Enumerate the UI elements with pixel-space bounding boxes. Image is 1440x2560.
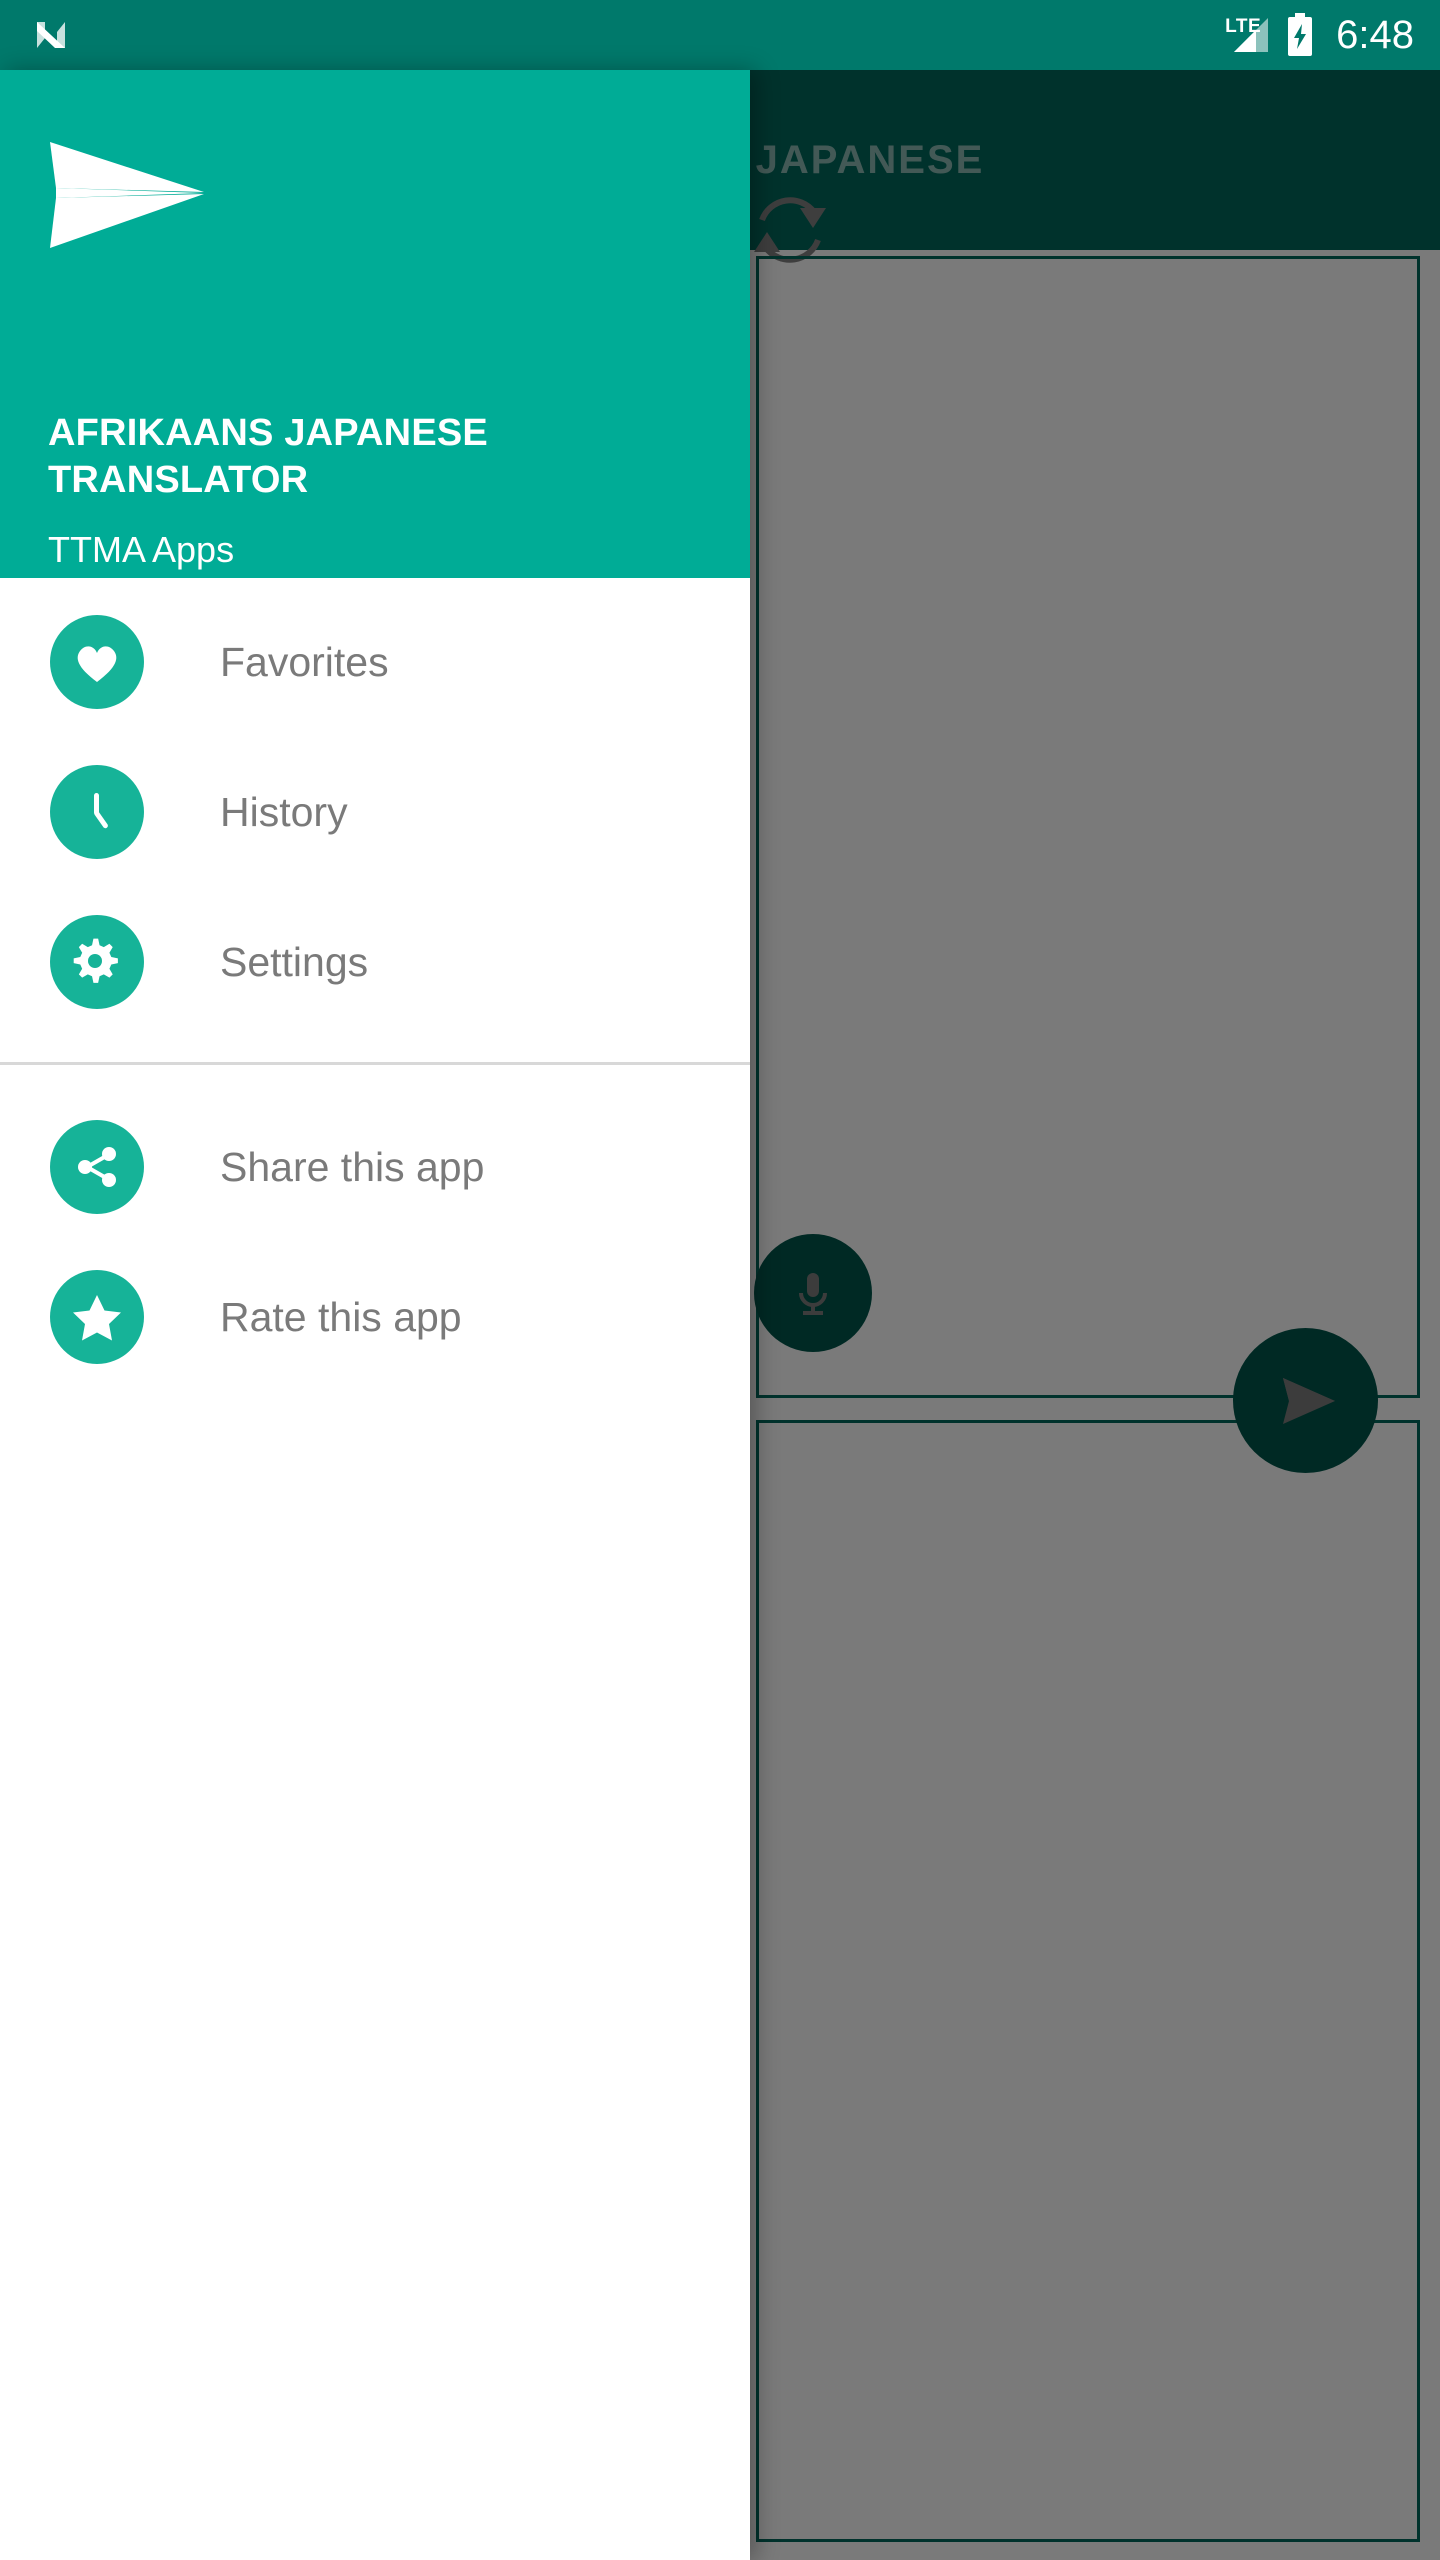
sidebar-item-label: Rate this app <box>220 1293 462 1340</box>
status-bar-notifications <box>30 14 72 56</box>
drawer-header: AFRIKAANS JAPANESE TRANSLATOR TTMA Apps <box>0 70 750 578</box>
gear-icon <box>50 915 144 1009</box>
star-icon <box>50 1270 144 1364</box>
status-bar-indicators: LTE 6:48 <box>1224 13 1414 57</box>
paper-plane-logo-icon <box>46 140 206 250</box>
sidebar-item-rate-app[interactable]: Rate this app <box>0 1242 750 1392</box>
android-n-logo-icon <box>30 14 72 56</box>
network-type-label: LTE <box>1225 16 1262 37</box>
clock-icon <box>50 765 144 859</box>
sidebar-item-label: Share this app <box>220 1143 485 1190</box>
sidebar-item-label: History <box>220 788 348 835</box>
drawer-app-title: AFRIKAANS JAPANESE TRANSLATOR <box>48 412 488 502</box>
battery-charging-icon <box>1286 13 1314 57</box>
sidebar-item-favorites[interactable]: Favorites <box>0 587 750 737</box>
heart-icon <box>50 615 144 709</box>
signal-bars-icon: LTE <box>1224 14 1270 56</box>
drawer-app-publisher: TTMA Apps <box>48 529 235 570</box>
status-bar: LTE 6:48 <box>0 0 1440 70</box>
sidebar-item-history[interactable]: History <box>0 737 750 887</box>
drawer-menu-secondary: Share this app Rate this app <box>0 1092 750 1392</box>
phone-screen: LTE 6:48 JAPANESE <box>0 0 1440 2560</box>
sidebar-item-label: Favorites <box>220 638 389 685</box>
sidebar-item-label: Settings <box>220 938 369 985</box>
share-icon <box>50 1120 144 1214</box>
drawer-menu-divider <box>0 1062 750 1065</box>
sidebar-item-settings[interactable]: Settings <box>0 887 750 1037</box>
status-bar-clock: 6:48 <box>1336 13 1414 57</box>
navigation-drawer: AFRIKAANS JAPANESE TRANSLATOR TTMA Apps … <box>0 70 750 2560</box>
sidebar-item-share-app[interactable]: Share this app <box>0 1092 750 1242</box>
drawer-menu-primary: Favorites History Settings <box>0 587 750 1037</box>
